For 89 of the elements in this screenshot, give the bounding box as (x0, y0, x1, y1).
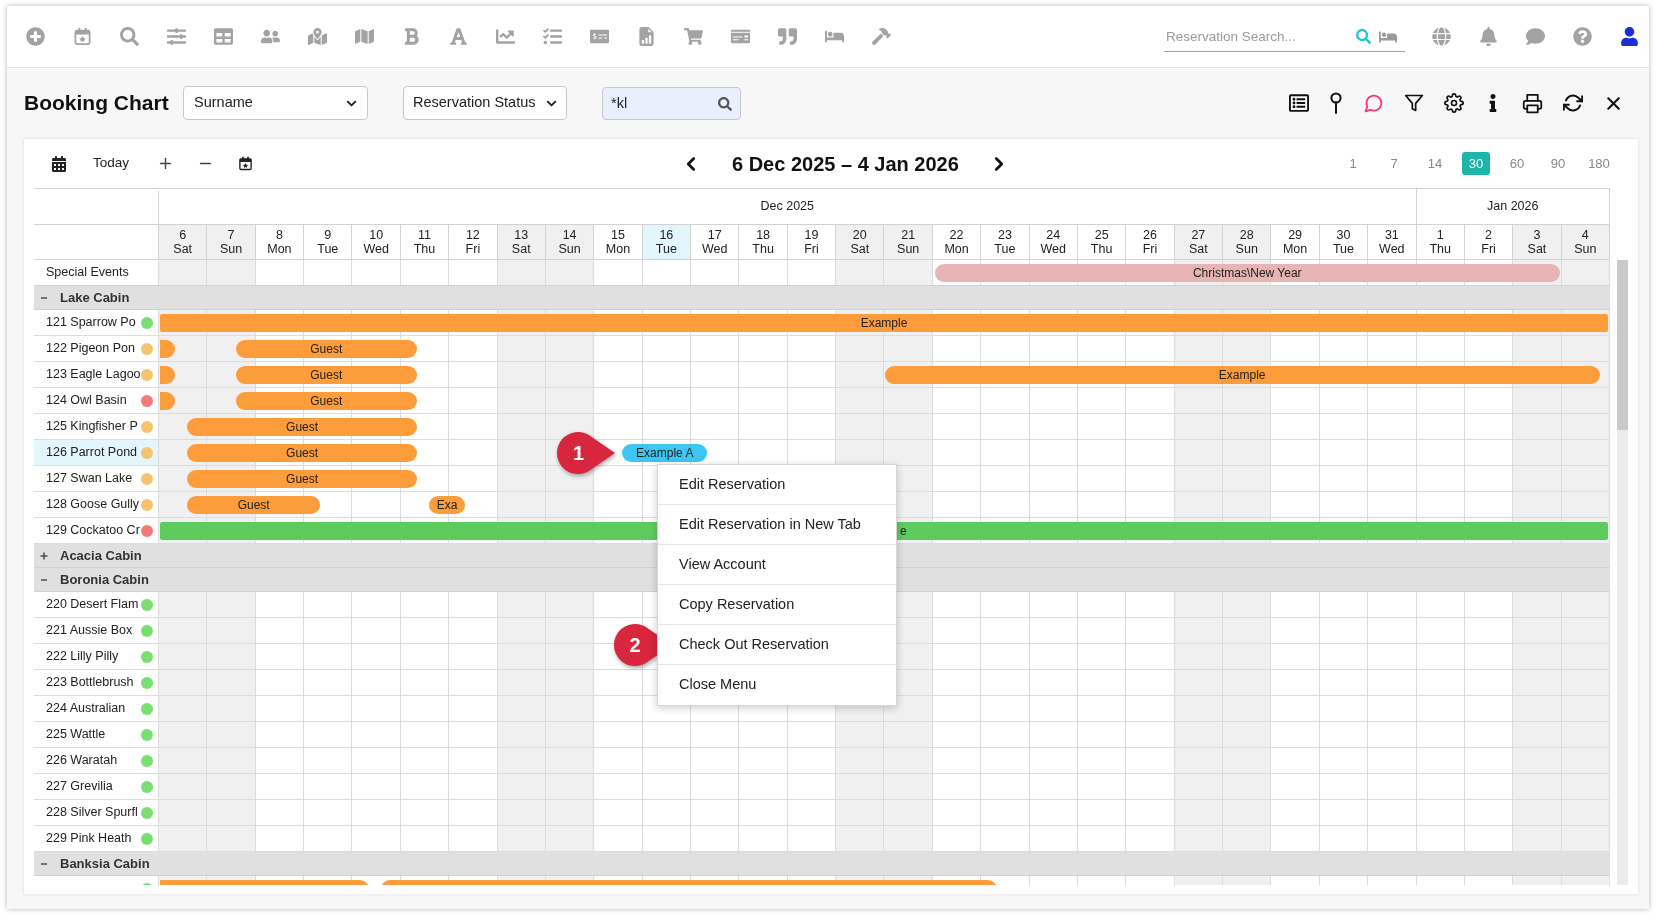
day-number: 18 (756, 228, 771, 242)
room-name: 121 Sparrow Po (46, 314, 136, 332)
room-name: 222 Lilly Pilly (46, 648, 119, 666)
weekday-label: Mon (605, 242, 631, 256)
weekday-label: Sat (850, 242, 870, 256)
day-number: 21 (901, 228, 916, 242)
day-number: 8 (275, 228, 283, 242)
room-name: 223 Bottlebrush (46, 674, 134, 692)
day-number: 2 (1485, 228, 1493, 242)
weekday-label: Fri (465, 242, 481, 256)
weekday-label: Mon (267, 242, 292, 256)
day-number: 10 (369, 228, 384, 242)
day-number: 9 (324, 228, 332, 242)
day-number: 23 (997, 228, 1012, 242)
room-name: 229 Pink Heath (46, 830, 132, 848)
weekday-label: Thu (1090, 242, 1113, 256)
day-number: 28 (1239, 228, 1254, 242)
day-number: 20 (852, 228, 867, 242)
room-name: 221 Aussie Box (46, 622, 133, 640)
weekday-label: Thu (752, 242, 774, 256)
page-title: Booking Chart (24, 91, 169, 115)
weekday-label: Wed (363, 242, 389, 256)
weekday-label: Sat (1189, 242, 1208, 256)
day-number: 30 (1336, 228, 1351, 242)
weekday-label: Sun (558, 242, 581, 256)
weekday-label: Fri (1481, 242, 1496, 256)
room-name: 125 Kingfisher P (46, 418, 138, 436)
month-header: Jan 2026 (1416, 189, 1610, 224)
day-number: 27 (1191, 228, 1206, 242)
room-name: 129 Cockatoo Cr (46, 522, 140, 540)
room-name: 224 Australian (46, 700, 126, 718)
weekday-label: Sun (1235, 242, 1258, 256)
room-name: 228 Silver Spurfl (46, 804, 138, 822)
day-number: 6 (179, 228, 187, 242)
weekday-label: Sun (219, 242, 243, 256)
day-number: 19 (804, 228, 819, 242)
day-number: 13 (514, 228, 529, 242)
day-number: 24 (1046, 228, 1061, 242)
weekday-label: Thu (413, 242, 436, 256)
weekday-label: Mon (944, 242, 969, 256)
day-number: 11 (418, 228, 431, 242)
weekday-label: Tue (655, 242, 677, 256)
room-name: 126 Parrot Pond (46, 444, 138, 462)
day-number: 1 (1436, 228, 1444, 242)
month-header: Dec 2025 (159, 189, 1417, 224)
day-number: 31 (1384, 228, 1399, 242)
day-number: 17 (707, 228, 722, 242)
weekday-label: Tue (317, 242, 339, 256)
weekday-label: Wed (1379, 242, 1405, 256)
weekday-label: Fri (804, 242, 819, 256)
room-name: 123 Eagle Lagoo (46, 366, 141, 384)
weekday-label: Wed (1040, 242, 1066, 256)
room-name: 124 Owl Basin (46, 392, 127, 410)
weekday-label: Sat (511, 242, 531, 256)
weekday-label: Fri (1142, 242, 1158, 256)
room-name: 127 Swan Lake (46, 470, 133, 488)
room-name: 225 Wattle (46, 726, 106, 744)
weekday-label: Sun (897, 242, 920, 256)
day-number: 26 (1143, 228, 1157, 242)
day-number: 16 (659, 228, 674, 242)
callout-badge: 1 (556, 431, 617, 475)
day-number: 7 (227, 228, 235, 242)
weekday-label: Sun (1574, 242, 1597, 256)
row-label: Special Events (46, 264, 129, 282)
weekday-label: Wed (701, 242, 728, 256)
date-range-title: 6 Dec 2025 – 4 Jan 2026 (732, 151, 959, 177)
weekday-label: Sat (1527, 242, 1547, 256)
group-name: Boronia Cabin (60, 570, 149, 589)
day-number: 15 (611, 228, 625, 242)
weekday-label: Tue (994, 242, 1016, 256)
weekday-label: Mon (1282, 242, 1308, 256)
weekday-label: Thu (1429, 242, 1451, 256)
room-name: 220 Desert Flam (46, 596, 139, 614)
room-name: 227 Grevilia (46, 778, 113, 796)
group-name: Acacia Cabin (60, 546, 142, 565)
day-number: 3 (1533, 228, 1541, 242)
room-name: 226 Waratah (46, 752, 118, 770)
day-number: 22 (949, 228, 964, 242)
day-number: 14 (562, 228, 577, 242)
weekday-label: Tue (1332, 242, 1354, 256)
group-name: Banksia Cabin (60, 854, 150, 873)
room-name: 128 Goose Gully (46, 496, 140, 514)
day-number: 29 (1288, 228, 1303, 242)
group-name: Lake Cabin (60, 288, 130, 307)
day-number: 4 (1581, 228, 1589, 242)
day-number: 25 (1094, 228, 1109, 242)
weekday-label: Sat (173, 242, 193, 256)
room-name: 122 Pigeon Pon (46, 340, 135, 358)
day-number: 12 (465, 228, 480, 242)
